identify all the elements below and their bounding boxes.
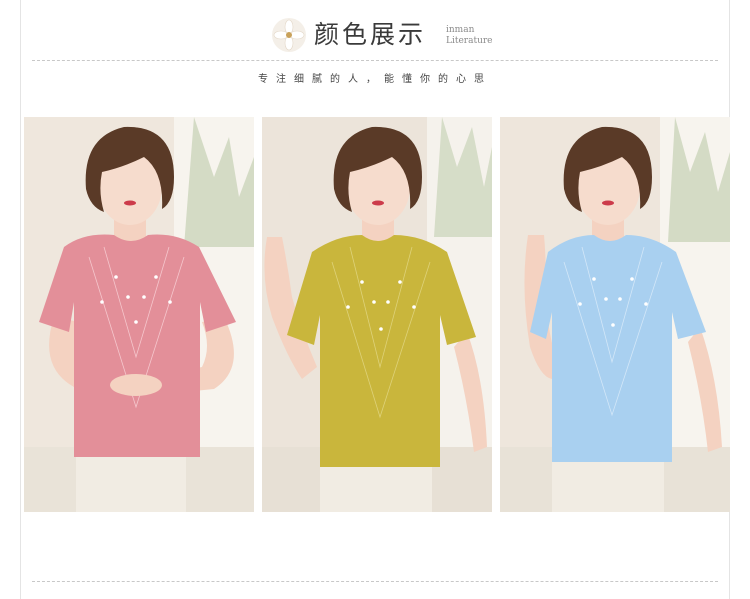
photo-pink-top [24,117,254,512]
flower-icon [272,18,306,52]
photo-blue-top [500,117,730,512]
slogan: 专注细腻的人，能懂你的心思 [258,74,492,85]
brand-mark: inman Literature [446,25,493,47]
photo-yellow-top [262,117,492,512]
frame-left-border [20,0,21,599]
brand-line-1: inman [446,25,475,35]
page-title: 颜色展示 [314,20,427,49]
section-header: 颜色展示 inman Literature [0,14,750,56]
divider-bottom [32,581,718,582]
divider-top [32,60,718,61]
brand-line-2: Literature [446,36,493,46]
